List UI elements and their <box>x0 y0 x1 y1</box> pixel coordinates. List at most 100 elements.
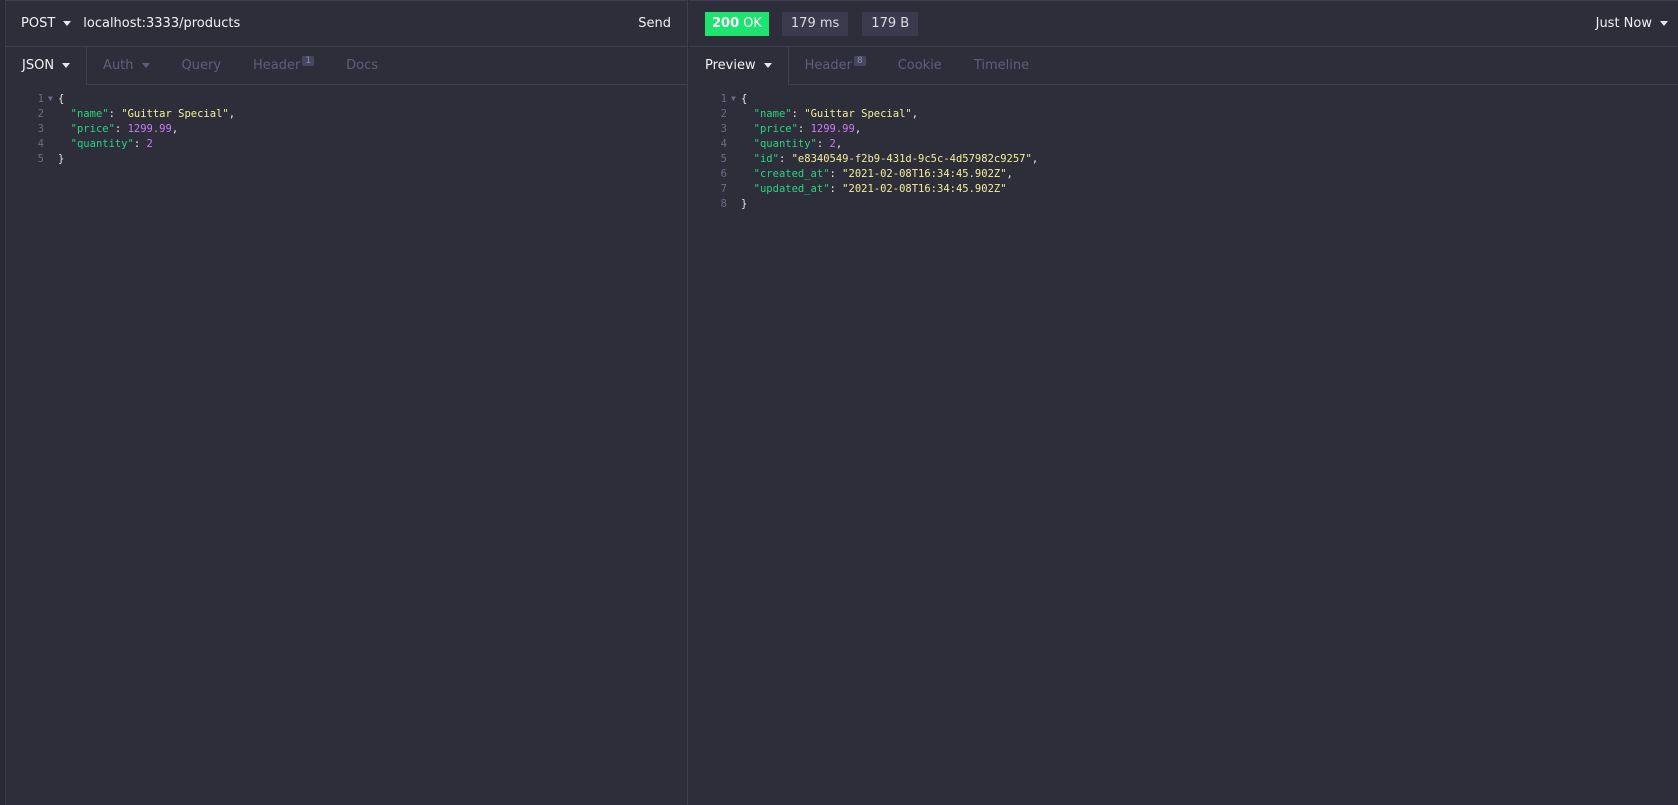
json-comma: , <box>1006 167 1013 180</box>
json-brace: } <box>58 152 65 165</box>
json-colon: : <box>829 182 843 195</box>
code-line: 5} <box>6 151 687 166</box>
code-line: 3 "price": 1299.99, <box>6 121 687 136</box>
response-status-bar: 200 OK 179 ms 179 B Just Now <box>689 0 1678 47</box>
json-value: "2021-02-08T16:34:45.902Z" <box>842 167 1007 180</box>
tab-label: Query <box>181 58 222 73</box>
chevron-down-icon <box>62 63 71 68</box>
json-colon: : <box>791 107 805 120</box>
line-number: 3 <box>720 122 727 135</box>
code-text: "price": 1299.99, <box>58 122 179 135</box>
history-label: Just Now <box>1595 16 1652 31</box>
fold-arrow-icon[interactable]: ▼ <box>731 94 741 103</box>
tab-query[interactable]: Query <box>166 47 238 84</box>
request-tabs: JSON Auth Query Header 1 Docs <box>6 47 687 85</box>
url-bar: POST localhost:3333/products Send <box>6 0 687 47</box>
json-colon: : <box>114 122 128 135</box>
tab-response-header[interactable]: Header 8 <box>789 47 882 84</box>
method-dropdown[interactable]: POST <box>21 16 72 31</box>
header-count-badge: 8 <box>853 55 866 66</box>
tab-label: Header <box>804 58 852 73</box>
method-label: POST <box>21 16 56 31</box>
response-body-viewer[interactable]: 1 ▼{2 "name": "Guittar Special", 3 "price"… <box>689 85 1678 211</box>
tab-auth[interactable]: Auth <box>87 47 165 84</box>
json-key: "id" <box>753 152 779 165</box>
tab-timeline[interactable]: Timeline <box>958 47 1045 84</box>
json-brace: { <box>58 92 65 105</box>
response-pane: 200 OK 179 ms 179 B Just Now Preview Hea… <box>689 0 1678 805</box>
url-input[interactable]: localhost:3333/products <box>83 16 638 31</box>
json-value: "e8340549-f2b9-431d-9c5c-4d57982c9257" <box>791 152 1032 165</box>
history-dropdown[interactable]: Just Now <box>1596 16 1668 31</box>
tab-label: Preview <box>705 58 756 73</box>
code-line: 2 "name": "Guittar Special", <box>6 106 687 121</box>
request-body-editor[interactable]: 1 ▼{2 "name": "Guittar Special", 3 "price"… <box>6 85 687 166</box>
chevron-down-icon <box>63 21 72 26</box>
code-text: "name": "Guittar Special", <box>741 108 918 120</box>
json-comma: , <box>835 137 843 150</box>
code-line: 1 ▼{ <box>689 91 1678 106</box>
json-key: "name" <box>753 107 792 120</box>
json-colon: : <box>816 137 830 150</box>
tab-json[interactable]: JSON <box>6 47 88 85</box>
json-value: 1299.99 <box>810 122 855 135</box>
code-line: 8} <box>689 196 1678 211</box>
code-line: 3 "price": 1299.99, <box>689 121 1678 136</box>
line-number: 7 <box>720 182 727 195</box>
json-comma: , <box>228 107 236 120</box>
json-key: "quantity" <box>753 137 817 150</box>
line-number: 1 <box>720 92 727 105</box>
code-line: 4 "quantity": 2 <box>6 136 687 151</box>
line-number: 4 <box>37 137 44 150</box>
json-value: "Guittar Special" <box>804 107 912 120</box>
code-text: "updated_at": "2021-02-08T16:34:45.902Z" <box>741 183 1007 195</box>
json-comma: , <box>1031 152 1039 165</box>
json-comma: , <box>911 107 919 120</box>
line-number: 1 <box>37 92 44 105</box>
code-line: 6 "created_at": "2021-02-08T16:34:45.902… <box>689 166 1678 181</box>
chevron-down-icon <box>141 63 150 68</box>
status-code: 200 <box>712 16 740 31</box>
json-key: "price" <box>753 122 798 135</box>
json-colon: : <box>133 137 147 150</box>
tab-preview[interactable]: Preview <box>689 47 789 85</box>
json-key: "name" <box>70 107 109 120</box>
fold-arrow-icon[interactable]: ▼ <box>48 94 58 103</box>
line-number: 3 <box>37 122 44 135</box>
json-brace: } <box>741 197 748 210</box>
code-line: 5 "id": "e8340549-f2b9-431d-9c5c-4d57982… <box>689 151 1678 166</box>
line-number: 5 <box>37 152 44 165</box>
json-colon: : <box>797 122 811 135</box>
response-tabs: Preview Header 8 Cookie Timeline <box>689 47 1678 85</box>
json-key: "quantity" <box>70 137 134 150</box>
json-colon: : <box>108 107 122 120</box>
tab-cookie[interactable]: Cookie <box>882 47 958 84</box>
status-text: OK <box>743 16 762 31</box>
json-value: 1299.99 <box>127 122 172 135</box>
tab-docs[interactable]: Docs <box>330 47 394 84</box>
send-button[interactable]: Send <box>638 16 671 31</box>
line-number: 2 <box>720 107 727 120</box>
line-number: 8 <box>720 197 727 210</box>
tab-label: JSON <box>22 58 55 73</box>
code-text: { <box>58 93 64 105</box>
line-number: 5 <box>720 152 727 165</box>
json-comma: , <box>854 122 862 135</box>
json-value: "2021-02-08T16:34:45.902Z" <box>842 182 1007 195</box>
code-line: 4 "quantity": 2, <box>689 136 1678 151</box>
json-colon: : <box>778 152 792 165</box>
tab-header[interactable]: Header 1 <box>237 47 330 84</box>
json-key: "updated_at" <box>753 182 830 195</box>
code-text: "created_at": "2021-02-08T16:34:45.902Z"… <box>741 168 1013 180</box>
chevron-down-icon <box>1660 21 1668 26</box>
header-count-badge: 1 <box>302 55 315 66</box>
tab-label: Cookie <box>897 58 942 73</box>
